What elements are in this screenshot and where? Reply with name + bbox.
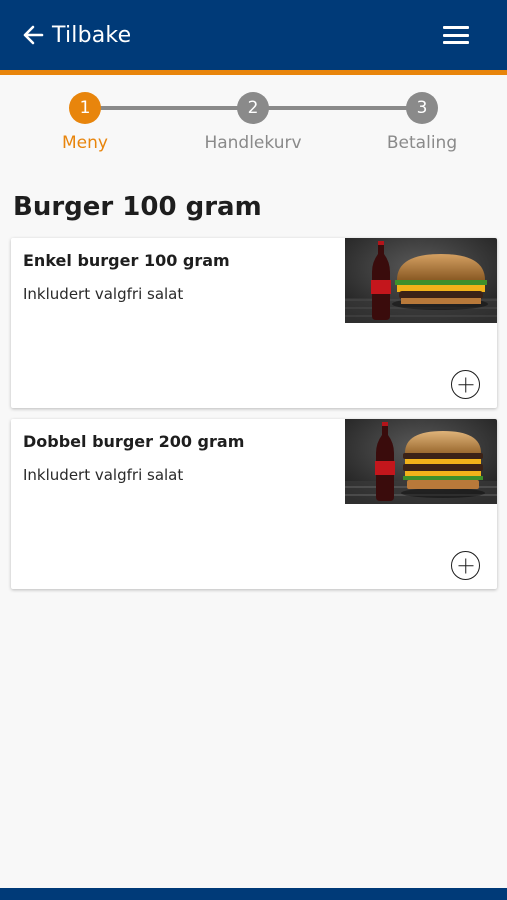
page-title: Burger 100 gram xyxy=(13,192,262,222)
step-2-circle[interactable]: 2 xyxy=(237,92,269,124)
step-connector-1 xyxy=(85,106,253,110)
step-1-circle[interactable]: 1 xyxy=(69,92,101,124)
header-accent-bar xyxy=(0,70,507,75)
menu-item-description: Inkludert valgfri salat xyxy=(23,285,184,303)
add-to-cart-button[interactable] xyxy=(451,551,480,580)
back-button[interactable]: Tilbake xyxy=(22,18,131,52)
single-burger-with-cola-image xyxy=(345,238,497,323)
step-1-label[interactable]: Meny xyxy=(62,133,108,153)
step-2-label[interactable]: Handlekurv xyxy=(204,133,301,153)
menu-item-name: Dobbel burger 200 gram xyxy=(23,432,245,451)
step-3-label[interactable]: Betaling xyxy=(387,133,457,153)
menu-item-card[interactable]: Dobbel burger 200 gram Inkludert valgfri… xyxy=(11,419,497,589)
checkout-stepper: 1 2 3 Meny Handlekurv Betaling xyxy=(0,90,507,160)
hamburger-menu-icon[interactable] xyxy=(443,24,469,46)
menu-item-name: Enkel burger 100 gram xyxy=(23,251,230,270)
add-to-cart-button[interactable] xyxy=(451,370,480,399)
step-3-circle[interactable]: 3 xyxy=(406,92,438,124)
step-connector-2 xyxy=(253,106,422,110)
menu-item-description: Inkludert valgfri salat xyxy=(23,466,184,484)
bottom-bar xyxy=(0,888,507,900)
back-label: Tilbake xyxy=(52,22,132,48)
double-burger-with-cola-image xyxy=(345,419,497,504)
menu-item-card[interactable]: Enkel burger 100 gram Inkludert valgfri … xyxy=(11,238,497,408)
arrow-left-icon xyxy=(22,24,44,46)
app-header: Tilbake xyxy=(0,0,507,70)
